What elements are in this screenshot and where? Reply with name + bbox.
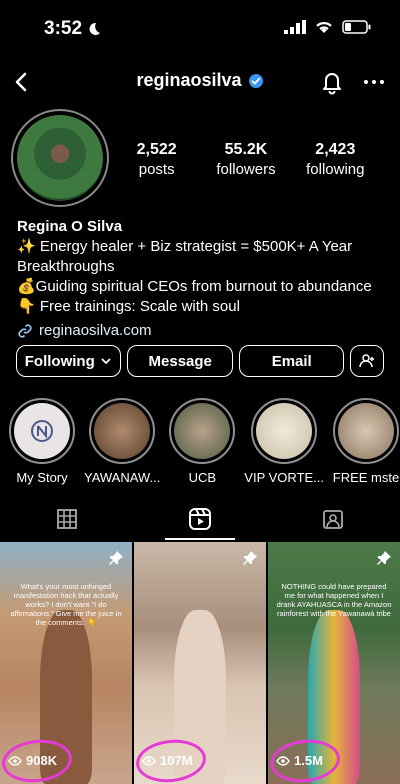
pin-icon xyxy=(109,551,123,565)
bio-link[interactable]: reginaosilva.com xyxy=(17,321,392,341)
pin-icon xyxy=(243,551,257,565)
reel-tile[interactable]: What's your most unhinged manifestation … xyxy=(0,542,132,784)
following-button-label: Following xyxy=(24,352,95,370)
verified-badge-icon xyxy=(248,73,263,88)
profile-bio: Regina O Silva ✨ Energy healer + Biz str… xyxy=(17,217,392,341)
brand-logo-icon xyxy=(30,420,53,442)
username-text: reginaosilva xyxy=(136,70,242,90)
profile-tabs xyxy=(0,498,400,540)
followers-count: 55.2K xyxy=(224,141,268,158)
highlight-ring xyxy=(89,398,156,464)
reels-grid: What's your most unhinged manifestation … xyxy=(0,542,400,784)
pin-icon xyxy=(377,551,391,565)
stat-following[interactable]: 2,423 following xyxy=(291,141,380,178)
add-user-icon xyxy=(359,354,375,368)
posts-label: posts xyxy=(138,161,175,178)
highlight-label: VIP VORTE... xyxy=(244,470,325,485)
highlight-item[interactable]: UCB xyxy=(168,398,236,485)
highlight-label: YAWANAW... xyxy=(83,470,161,485)
profile-header: reginaosilva xyxy=(0,60,400,104)
highlight-ring xyxy=(169,398,236,464)
more-dots-icon xyxy=(364,80,384,84)
highlight-label: My Story xyxy=(16,470,68,485)
reel-tile[interactable]: NOTHING could have prepared me for what … xyxy=(268,542,400,784)
highlight-ring xyxy=(333,398,399,464)
bio-link-text: reginaosilva.com xyxy=(39,322,152,339)
time-text: 3:52 xyxy=(44,18,83,39)
suggested-users-button[interactable] xyxy=(350,345,384,377)
highlight-item[interactable]: My Story xyxy=(8,398,76,485)
tab-tagged[interactable] xyxy=(267,498,400,540)
story-highlights: My Story YAWANAW... UCB VIP VORTE... FRE… xyxy=(8,398,400,485)
message-button-label: Message xyxy=(148,352,212,370)
highlight-label: FREE mste xyxy=(332,470,400,485)
moon-icon xyxy=(89,22,101,35)
following-label: following xyxy=(306,161,365,178)
email-button-label: Email xyxy=(271,352,312,370)
highlight-ring xyxy=(251,398,318,464)
profile-avatar[interactable] xyxy=(11,109,109,207)
stat-posts[interactable]: 2,522 posts xyxy=(112,141,201,178)
grid-icon xyxy=(56,509,77,529)
highlight-cover xyxy=(256,403,313,459)
status-bar: 3:52 xyxy=(0,0,400,56)
highlight-cover xyxy=(174,403,231,459)
status-time: 3:52 xyxy=(44,18,102,40)
wifi-icon xyxy=(316,22,332,33)
signal-icon xyxy=(284,20,306,34)
tab-grid[interactable] xyxy=(0,498,133,540)
highlight-item[interactable]: YAWANAW... xyxy=(84,398,160,485)
highlight-label: UCB xyxy=(188,470,217,485)
bio-line-1: ✨ Energy healer + Biz strategist = $500K… xyxy=(17,238,353,275)
notifications-button[interactable] xyxy=(318,68,346,96)
link-icon xyxy=(18,324,32,338)
more-options-button[interactable] xyxy=(360,68,388,96)
highlight-item[interactable]: FREE mste xyxy=(332,398,400,485)
tagged-icon xyxy=(323,510,344,529)
posts-count: 2,522 xyxy=(136,141,177,158)
bell-icon xyxy=(323,73,341,95)
reels-icon xyxy=(188,508,211,530)
following-button[interactable]: Following xyxy=(16,345,122,377)
profile-stats: 2,522 posts 55.2K followers 2,423 follow… xyxy=(112,141,380,178)
battery-icon xyxy=(342,20,371,34)
bio-name: Regina O Silva xyxy=(17,218,123,235)
highlight-cover xyxy=(94,403,151,459)
reel-tile[interactable]: 107M xyxy=(134,542,266,784)
reel-caption: What's your most unhinged manifestation … xyxy=(10,582,122,627)
avatar-image xyxy=(17,115,103,201)
email-button[interactable]: Email xyxy=(238,345,345,377)
highlight-cover xyxy=(338,403,394,459)
following-count: 2,423 xyxy=(315,141,356,158)
profile-actions: Following Message Email xyxy=(16,345,384,377)
chevron-down-icon xyxy=(101,358,111,365)
status-indicators xyxy=(284,20,372,34)
message-button[interactable]: Message xyxy=(127,345,233,377)
highlight-ring xyxy=(8,398,75,464)
stat-followers[interactable]: 55.2K followers xyxy=(201,141,290,178)
bio-line-3: 👇 Free trainings: Scale with soul xyxy=(17,298,240,315)
followers-label: followers xyxy=(216,161,276,178)
reel-caption: NOTHING could have prepared me for what … xyxy=(276,582,392,618)
bio-line-2: 💰Guiding spiritual CEOs from burnout to … xyxy=(17,278,372,295)
tab-reels[interactable] xyxy=(133,498,266,540)
highlight-cover xyxy=(13,403,70,459)
highlight-item[interactable]: VIP VORTE... xyxy=(244,398,324,485)
